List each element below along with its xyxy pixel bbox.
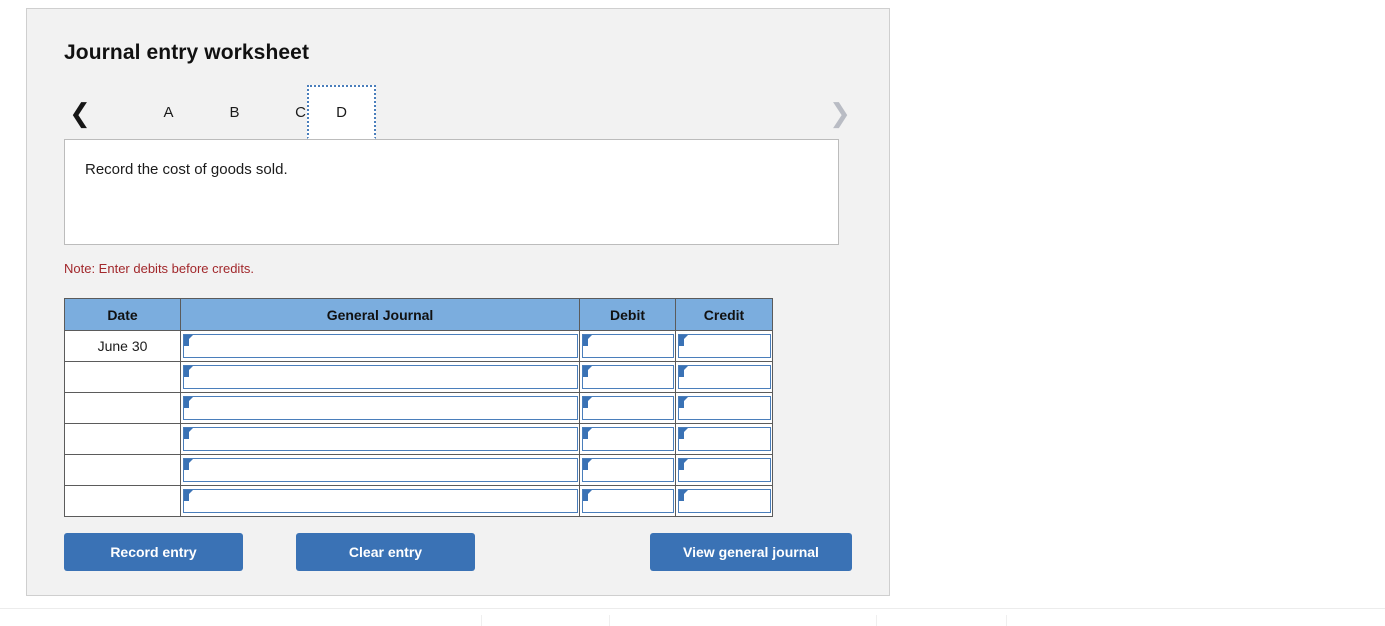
credit-cell[interactable] [675, 392, 773, 424]
general-journal-input[interactable] [183, 334, 578, 358]
debit-cell[interactable] [579, 423, 676, 455]
general-journal-input[interactable] [183, 458, 578, 482]
tab-b[interactable]: B [200, 85, 269, 139]
table-row [64, 485, 773, 517]
general-journal-cell[interactable] [180, 330, 580, 362]
table-row [64, 361, 773, 393]
credit-input[interactable] [678, 458, 771, 482]
debit-cell[interactable] [579, 485, 676, 517]
date-cell[interactable] [64, 361, 181, 393]
general-journal-cell[interactable] [180, 392, 580, 424]
credit-cell[interactable] [675, 361, 773, 393]
credit-cell[interactable] [675, 423, 773, 455]
table-header-row: Date General Journal Debit Credit [64, 298, 773, 331]
debits-before-credits-note: Note: Enter debits before credits. [64, 261, 255, 276]
record-entry-button[interactable]: Record entry [64, 533, 243, 571]
debit-cell[interactable] [579, 361, 676, 393]
date-cell[interactable] [64, 392, 181, 424]
general-journal-input[interactable] [183, 396, 578, 420]
debit-input[interactable] [582, 458, 674, 482]
credit-cell[interactable] [675, 330, 773, 362]
screen: Journal entry worksheet ❮ A B C D ❯ Reco… [0, 0, 1385, 626]
debit-input[interactable] [582, 489, 674, 513]
footer-separator [609, 615, 610, 626]
debit-cell[interactable] [579, 392, 676, 424]
general-journal-cell[interactable] [180, 361, 580, 393]
debit-cell[interactable] [579, 330, 676, 362]
table-row [64, 423, 773, 455]
credit-cell[interactable] [675, 485, 773, 517]
transaction-description-box: Record the cost of goods sold. [64, 139, 839, 245]
journal-entry-table: Date General Journal Debit Credit June 3… [64, 298, 773, 517]
column-header-credit: Credit [675, 298, 773, 331]
credit-input[interactable] [678, 334, 771, 358]
credit-cell[interactable] [675, 454, 773, 486]
transaction-description-text: Record the cost of goods sold. [85, 161, 288, 178]
worksheet-tab-strip: ❮ A B C D ❯ [27, 85, 889, 147]
table-row [64, 454, 773, 486]
chevron-left-icon[interactable]: ❮ [63, 85, 97, 141]
credit-input[interactable] [678, 365, 771, 389]
chevron-right-icon[interactable]: ❯ [823, 85, 857, 141]
general-journal-input[interactable] [183, 427, 578, 451]
general-journal-cell[interactable] [180, 485, 580, 517]
general-journal-cell[interactable] [180, 454, 580, 486]
date-cell[interactable]: June 30 [64, 330, 181, 362]
general-journal-input[interactable] [183, 365, 578, 389]
debit-cell[interactable] [579, 454, 676, 486]
credit-input[interactable] [678, 489, 771, 513]
footer-separator [1006, 615, 1007, 626]
column-header-general-journal: General Journal [180, 298, 580, 331]
view-general-journal-button[interactable]: View general journal [650, 533, 852, 571]
table-row [64, 392, 773, 424]
date-cell[interactable] [64, 423, 181, 455]
clear-entry-button[interactable]: Clear entry [296, 533, 475, 571]
credit-input[interactable] [678, 396, 771, 420]
footer-separator [876, 615, 877, 626]
debit-input[interactable] [582, 396, 674, 420]
general-journal-cell[interactable] [180, 423, 580, 455]
date-cell[interactable] [64, 454, 181, 486]
footer-divider [0, 608, 1385, 609]
journal-entry-worksheet-panel: Journal entry worksheet ❮ A B C D ❯ Reco… [26, 8, 890, 596]
general-journal-input[interactable] [183, 489, 578, 513]
date-cell[interactable] [64, 485, 181, 517]
column-header-date: Date [64, 298, 181, 331]
column-header-debit: Debit [579, 298, 676, 331]
tab-a[interactable]: A [134, 85, 203, 139]
table-row: June 30 [64, 330, 773, 362]
footer-separator [481, 615, 482, 626]
credit-input[interactable] [678, 427, 771, 451]
debit-input[interactable] [582, 427, 674, 451]
page-title: Journal entry worksheet [64, 41, 310, 64]
tab-d[interactable]: D [307, 85, 376, 139]
debit-input[interactable] [582, 334, 674, 358]
debit-input[interactable] [582, 365, 674, 389]
